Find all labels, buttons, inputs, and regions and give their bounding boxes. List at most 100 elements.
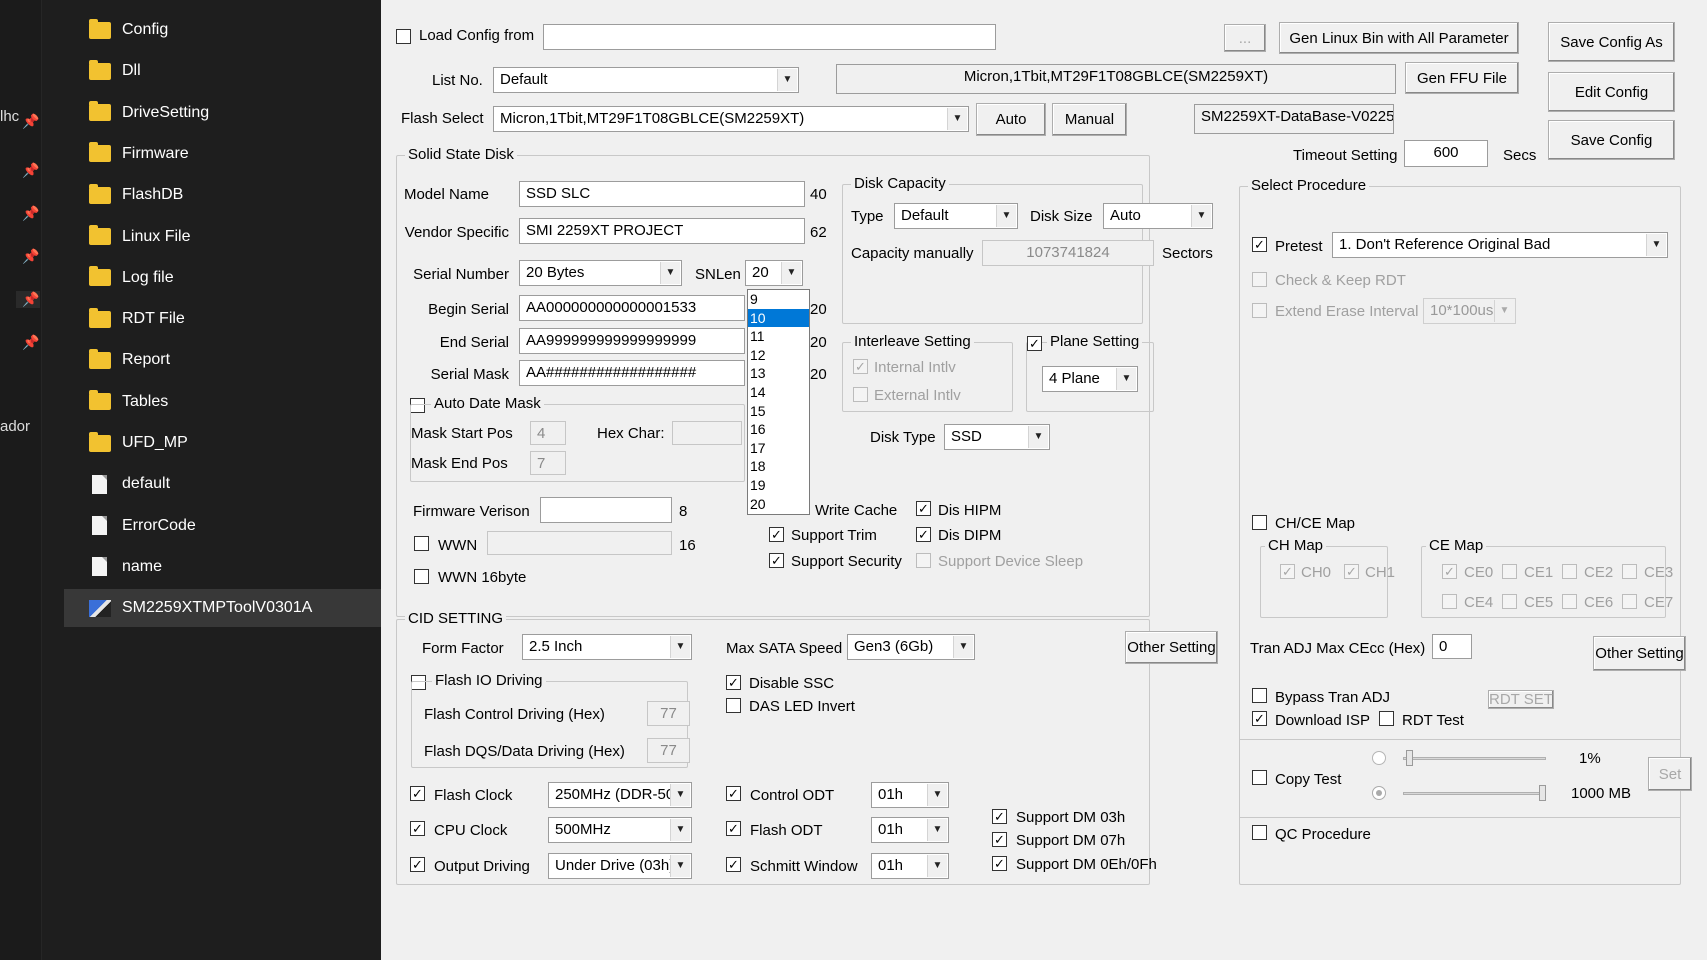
percent-radio[interactable] [1372,751,1386,765]
support-security-checkbox[interactable]: ✓ [769,553,784,568]
form-factor-select[interactable]: 2.5 Inch ▼ [522,634,692,660]
manual-button[interactable]: Manual [1052,103,1127,136]
chce-map-checkbox[interactable] [1252,515,1267,530]
max-sata-speed-select[interactable]: Gen3 (6Gb) ▼ [847,634,975,660]
snlen-option[interactable]: 12 [748,346,809,365]
pin-icon[interactable]: 📌 [22,205,39,222]
support-trim-checkbox[interactable]: ✓ [769,527,784,542]
external-intlv-checkbox[interactable] [853,387,868,402]
flash-control-driving-input[interactable]: 77 [647,701,690,726]
edit-config-button[interactable]: Edit Config [1548,72,1675,112]
flash-odt-select[interactable]: 01h ▼ [871,817,949,843]
serial-mask-input[interactable]: AA################## [519,360,745,386]
explorer-item[interactable]: DriveSetting [64,94,382,132]
support-dm-03h-checkbox[interactable]: ✓ [992,809,1007,824]
flash-clock-checkbox[interactable]: ✓ [410,786,425,801]
set-button[interactable]: Set [1648,757,1692,791]
das-led-invert-checkbox[interactable] [726,698,741,713]
percent-slider-thumb[interactable] [1405,750,1413,766]
ce7-checkbox[interactable] [1622,594,1637,609]
snlen-option[interactable]: 15 [748,402,809,421]
pretest-select[interactable]: 1. Don't Reference Original Bad ▼ [1332,232,1668,258]
schmitt-window-select[interactable]: 01h ▼ [871,853,949,879]
explorer-item[interactable]: Firmware [64,135,382,173]
ce4-checkbox[interactable] [1442,594,1457,609]
explorer-item[interactable]: RDT File [64,300,382,338]
ch1-checkbox[interactable]: ✓ [1344,564,1359,579]
schmitt-window-checkbox[interactable]: ✓ [726,857,741,872]
explorer-item[interactable]: Report [64,341,382,379]
flash-odt-checkbox[interactable]: ✓ [726,821,741,836]
snlen-option[interactable]: 14 [748,383,809,402]
rdt-set-button[interactable]: RDT SET [1488,690,1554,709]
disk-size-select[interactable]: Auto ▼ [1103,203,1213,229]
plane-setting-checkbox[interactable]: ✓ [1027,336,1042,351]
procedure-other-setting-button[interactable]: Other Setting [1593,636,1686,671]
wwn-16byte-checkbox[interactable] [414,569,429,584]
explorer-item[interactable]: UFD_MP [64,424,382,462]
ce3-checkbox[interactable] [1622,564,1637,579]
output-driving-select[interactable]: Under Drive (03h) ▼ [548,853,692,879]
support-dm-07h-checkbox[interactable]: ✓ [992,832,1007,847]
mb-slider-thumb[interactable] [1539,785,1546,801]
snlen-option[interactable]: 11 [748,327,809,346]
copy-test-checkbox[interactable] [1252,770,1267,785]
capacity-manually-input[interactable]: 1073741824 [982,240,1154,266]
auto-button[interactable]: Auto [976,103,1046,136]
firmware-version-input[interactable] [540,497,672,523]
ce1-checkbox[interactable] [1502,564,1517,579]
load-config-path-input[interactable] [543,24,996,50]
ce5-checkbox[interactable] [1502,594,1517,609]
mb-radio[interactable] [1372,786,1386,800]
explorer-item[interactable]: Config [64,11,382,49]
output-driving-checkbox[interactable]: ✓ [410,857,425,872]
pin-icon[interactable]: 📌 [16,291,40,308]
pin-icon[interactable]: 📌 [22,248,39,265]
ce6-checkbox[interactable] [1562,594,1577,609]
explorer-item[interactable]: Linux File [64,218,382,256]
serial-number-select[interactable]: 20 Bytes ▼ [519,260,682,286]
snlen-option[interactable]: 19 [748,476,809,495]
pin-icon[interactable]: 📌 [22,162,39,179]
extend-erase-select[interactable]: 10*100us ▼ [1423,298,1516,324]
load-config-checkbox[interactable] [396,29,411,44]
support-dm-0eh-checkbox[interactable]: ✓ [992,856,1007,871]
snlen-option[interactable]: 13 [748,364,809,383]
gen-ffu-file-button[interactable]: Gen FFU File [1405,62,1519,94]
dis-dipm-checkbox[interactable]: ✓ [916,527,931,542]
control-odt-select[interactable]: 01h ▼ [871,782,949,808]
explorer-item[interactable]: name [64,548,382,586]
explorer-item[interactable]: Tables [64,383,382,421]
dis-hipm-checkbox[interactable]: ✓ [916,501,931,516]
flash-dqs-driving-input[interactable]: 77 [647,738,690,763]
explorer-item[interactable]: FlashDB [64,176,382,214]
explorer-item[interactable]: SM2259XTMPToolV0301A [64,589,382,628]
ch0-checkbox[interactable]: ✓ [1280,564,1295,579]
explorer-item[interactable]: default [64,465,382,503]
snlen-select[interactable]: 20 ▼ [745,260,803,286]
mask-end-pos-input[interactable]: 7 [530,451,566,475]
cpu-clock-select[interactable]: 500MHz ▼ [548,817,692,843]
internal-intlv-checkbox[interactable]: ✓ [853,359,868,374]
snlen-option[interactable]: 9 [748,290,809,309]
model-name-input[interactable]: SSD SLC [519,181,805,207]
control-odt-checkbox[interactable]: ✓ [726,786,741,801]
list-no-select[interactable]: Default ▼ [493,67,799,93]
begin-serial-input[interactable]: AA000000000000001533 [519,295,745,321]
save-config-button[interactable]: Save Config [1548,120,1675,160]
snlen-option[interactable]: 10 [748,308,809,328]
save-config-as-button[interactable]: Save Config As [1548,22,1675,62]
support-device-sleep-checkbox[interactable] [916,553,931,568]
flash-clock-select[interactable]: 250MHz (DDR-500) ▼ [548,782,692,808]
gen-linux-bin-button[interactable]: Gen Linux Bin with All Parameter [1279,22,1519,54]
rdt-test-checkbox[interactable] [1379,711,1394,726]
disk-type-select[interactable]: SSD ▼ [944,424,1050,450]
tran-adj-input[interactable]: 0 [1432,634,1472,659]
pin-icon[interactable]: 📌 [22,113,39,130]
snlen-option[interactable]: 17 [748,439,809,458]
pretest-checkbox[interactable]: ✓ [1252,237,1267,252]
flash-select-dropdown[interactable]: Micron,1Tbit,MT29F1T08GBLCE(SM2259XT) ▼ [493,106,969,132]
bypass-tran-adj-checkbox[interactable] [1252,688,1267,703]
mask-start-pos-input[interactable]: 4 [530,421,566,445]
check-keep-rdt-checkbox[interactable] [1252,272,1267,287]
